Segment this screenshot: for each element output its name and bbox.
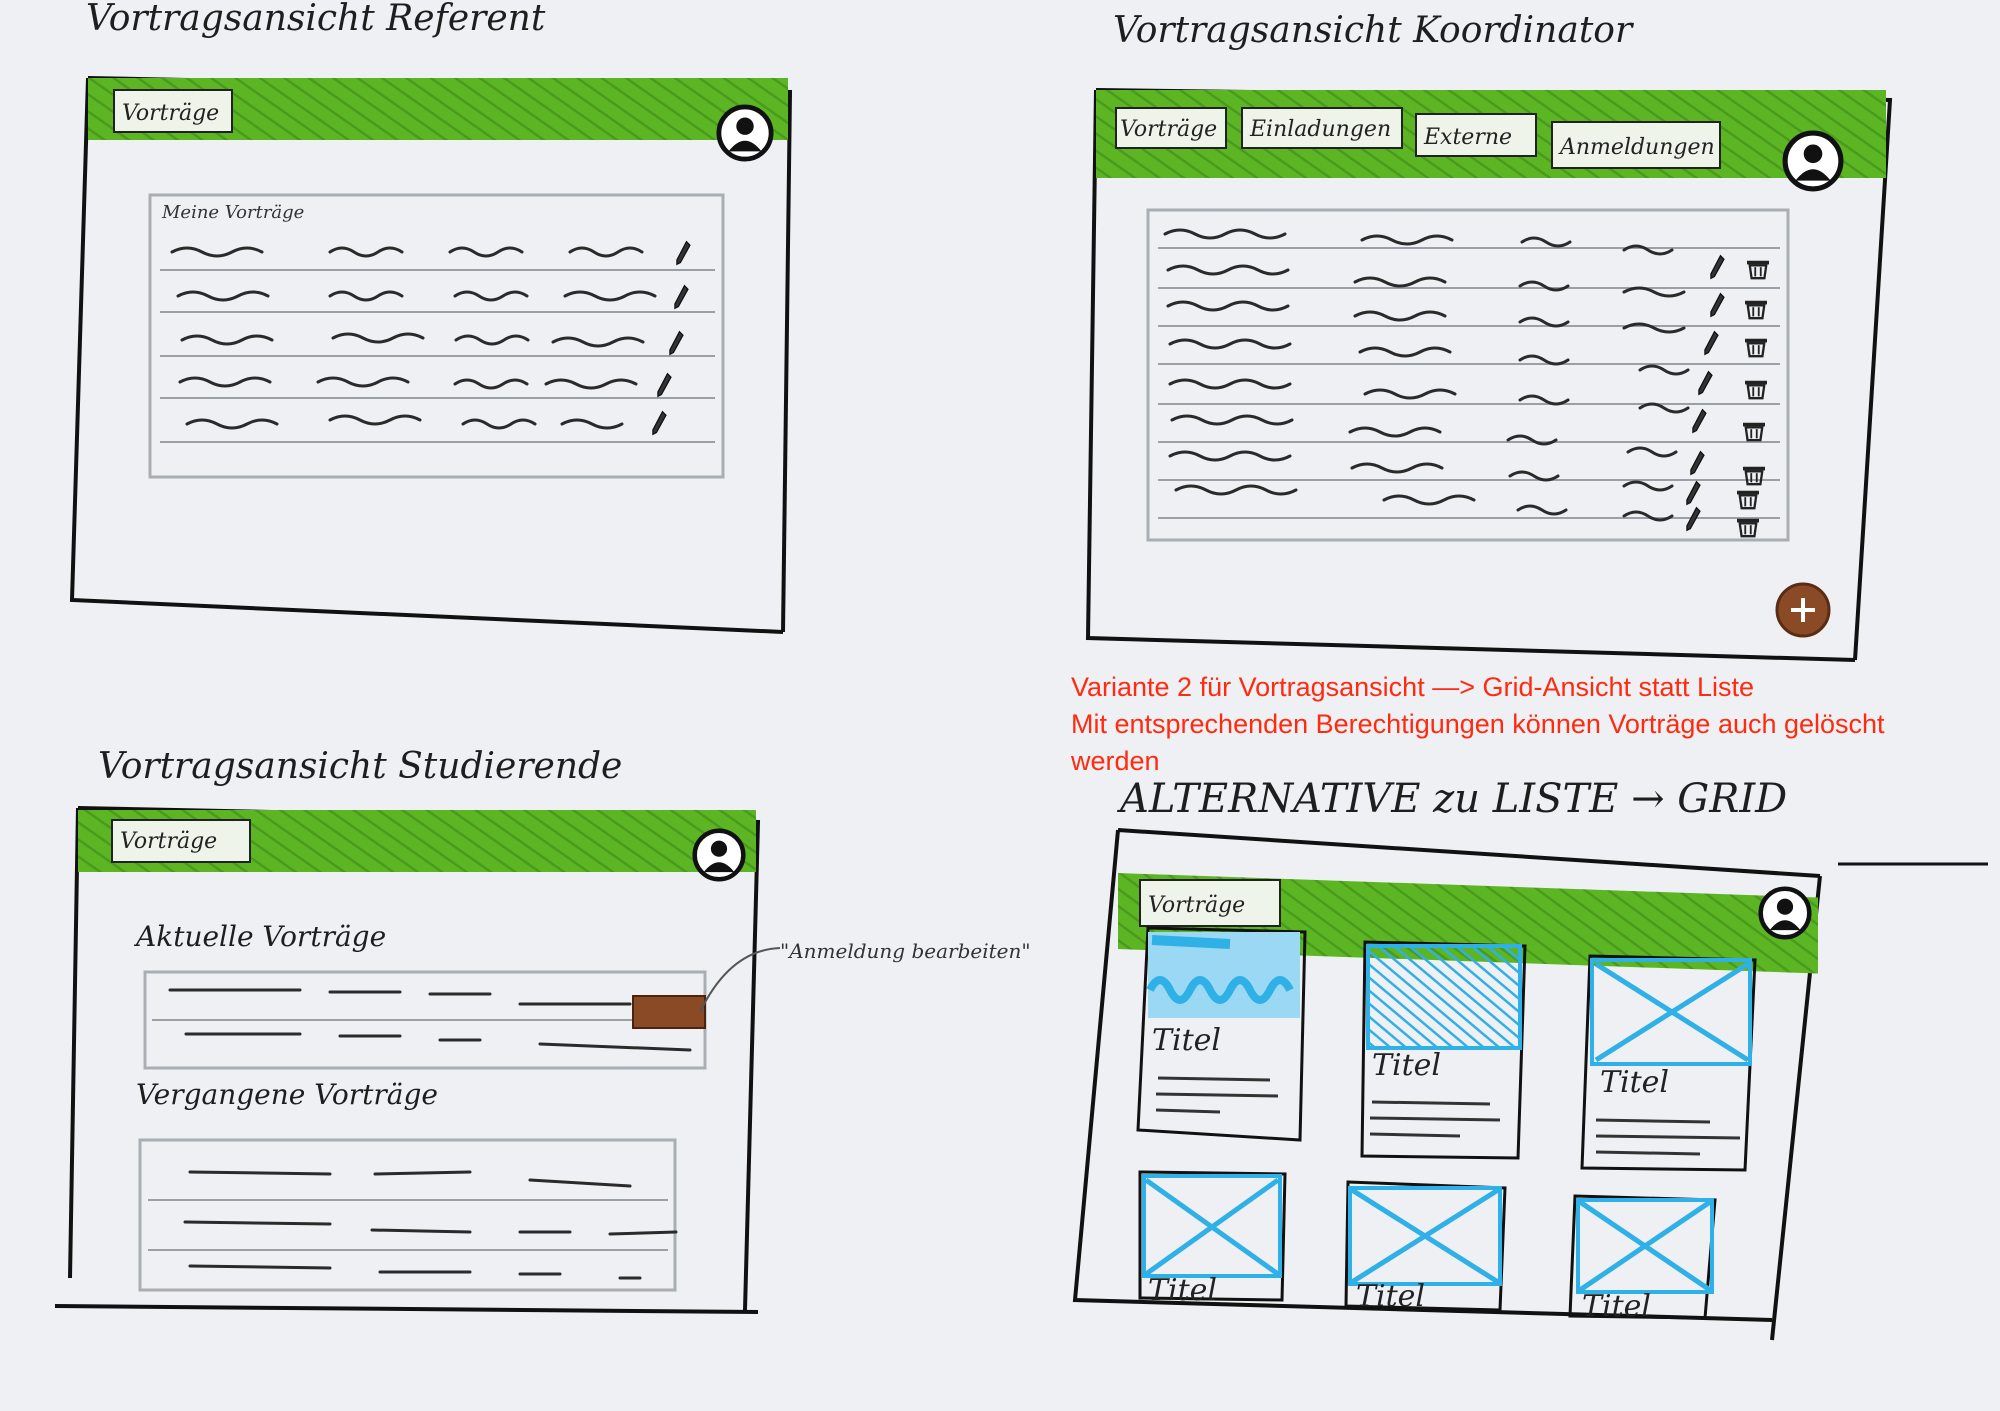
edit-pencil-icon[interactable] bbox=[1686, 481, 1701, 505]
variant-note: Variante 2 für Vortragsansicht —> Grid-A… bbox=[1071, 669, 1971, 780]
edit-pencil-icon[interactable] bbox=[674, 285, 689, 309]
table-row bbox=[180, 331, 684, 355]
table-row bbox=[1163, 228, 1771, 280]
list-item bbox=[184, 1032, 692, 1052]
delete-trash-icon[interactable] bbox=[1741, 421, 1767, 442]
tile-title: Titel bbox=[1148, 1273, 1217, 1308]
grid-tile[interactable]: Titel bbox=[1360, 940, 1527, 1160]
referent-talks-table bbox=[148, 193, 725, 479]
table-row bbox=[1166, 300, 1769, 358]
edit-registration-button[interactable] bbox=[632, 995, 706, 1029]
current-talks-heading: Aktuelle Vorträge bbox=[133, 920, 386, 953]
list-item bbox=[168, 988, 632, 1006]
edit-pencil-icon[interactable] bbox=[1710, 255, 1725, 279]
grid-tile[interactable]: Titel bbox=[1344, 1180, 1507, 1314]
studierende-window-frame bbox=[54, 806, 761, 1314]
koordinator-tab-label: Vorträge bbox=[1120, 117, 1217, 142]
koordinator-tab-label: Einladungen bbox=[1249, 117, 1391, 142]
variant-note-line2: Mit entsprechenden Berechtigungen können… bbox=[1071, 709, 1885, 776]
add-talk-button[interactable] bbox=[1775, 582, 1831, 638]
list-item bbox=[188, 1264, 642, 1280]
tile-image-placeholder bbox=[1366, 944, 1522, 1050]
table-row bbox=[1168, 338, 1769, 400]
table-row bbox=[170, 241, 691, 265]
table-row bbox=[1170, 414, 1767, 486]
tile-title: Titel bbox=[1152, 1023, 1221, 1058]
user-avatar-icon[interactable] bbox=[695, 831, 744, 880]
list-item bbox=[183, 1220, 678, 1236]
delete-trash-icon[interactable] bbox=[1745, 259, 1771, 280]
annotation-leader-line bbox=[699, 947, 781, 1013]
delete-trash-icon[interactable] bbox=[1741, 465, 1767, 486]
koordinator-tab-label: Anmeldungen bbox=[1558, 135, 1715, 160]
tile-title: Titel bbox=[1372, 1048, 1441, 1083]
table-row bbox=[185, 411, 667, 435]
delete-trash-icon[interactable] bbox=[1743, 337, 1769, 358]
edit-pencil-icon[interactable] bbox=[1704, 331, 1719, 355]
studierende-panel-title: Vortragsansicht Studierende bbox=[98, 746, 622, 787]
grid-tile[interactable]: Titel bbox=[1136, 926, 1307, 1142]
user-avatar-icon[interactable] bbox=[1785, 133, 1841, 189]
grid-tile[interactable]: Titel bbox=[1138, 1170, 1287, 1308]
grid-tile[interactable]: Titel bbox=[1580, 954, 1757, 1172]
table-row bbox=[1174, 484, 1761, 538]
edit-pencil-icon[interactable] bbox=[669, 331, 684, 355]
tile-title: Titel bbox=[1356, 1279, 1425, 1314]
edit-pencil-icon[interactable] bbox=[1710, 293, 1725, 317]
referent-panel: Vortragsansicht Referent Vorträge Meine … bbox=[69, 0, 793, 634]
table-row bbox=[176, 285, 689, 309]
referent-panel-title: Vortragsansicht Referent bbox=[86, 0, 546, 39]
edit-pencil-icon[interactable] bbox=[657, 373, 672, 397]
koordinator-table-rows bbox=[1158, 228, 1780, 538]
table-row bbox=[178, 373, 672, 397]
referent-table-rows bbox=[160, 241, 715, 443]
tile-title: Titel bbox=[1600, 1065, 1669, 1100]
tile-title: Titel bbox=[1582, 1289, 1651, 1324]
delete-trash-icon[interactable] bbox=[1735, 489, 1761, 510]
studierende-panel: Vortragsansicht Studierende Vorträge Akt… bbox=[54, 746, 1031, 1314]
koordinator-tab-label: Externe bbox=[1423, 125, 1512, 150]
delete-trash-icon[interactable] bbox=[1743, 379, 1769, 400]
grid-panel: ALTERNATIVE zu LISTE → GRID Vorträge Tit… bbox=[1072, 776, 1988, 1341]
user-avatar-icon[interactable] bbox=[1761, 889, 1810, 938]
table-row bbox=[1168, 378, 1767, 442]
edit-pencil-icon[interactable] bbox=[652, 411, 667, 435]
edit-pencil-icon[interactable] bbox=[1690, 451, 1705, 475]
koordinator-panel: Vortragsansicht Koordinator Vorträge Ein… bbox=[1085, 10, 1893, 662]
table-row bbox=[1166, 264, 1769, 320]
edit-pencil-icon[interactable] bbox=[676, 241, 691, 265]
grid-tile[interactable]: Titel bbox=[1568, 1194, 1717, 1324]
grid-tab-label: Vorträge bbox=[1148, 893, 1245, 918]
delete-trash-icon[interactable] bbox=[1743, 299, 1769, 320]
delete-trash-icon[interactable] bbox=[1735, 517, 1761, 538]
edit-pencil-icon[interactable] bbox=[1698, 371, 1713, 395]
referent-tab-label: Vorträge bbox=[122, 101, 219, 126]
studierende-tab-label: Vorträge bbox=[120, 829, 217, 854]
user-avatar-icon[interactable] bbox=[719, 107, 771, 159]
grid-panel-title: ALTERNATIVE zu LISTE → GRID bbox=[1116, 776, 1787, 822]
edit-registration-annotation: "Anmeldung bearbeiten" bbox=[780, 939, 1031, 963]
past-talks-heading: Vergangene Vorträge bbox=[136, 1078, 438, 1111]
referent-table-title: Meine Vorträge bbox=[161, 202, 304, 223]
list-item bbox=[188, 1170, 632, 1188]
edit-pencil-icon[interactable] bbox=[1692, 409, 1707, 433]
variant-note-line1: Variante 2 für Vortragsansicht —> Grid-A… bbox=[1071, 672, 1755, 702]
koordinator-panel-title: Vortragsansicht Koordinator bbox=[1113, 10, 1634, 51]
